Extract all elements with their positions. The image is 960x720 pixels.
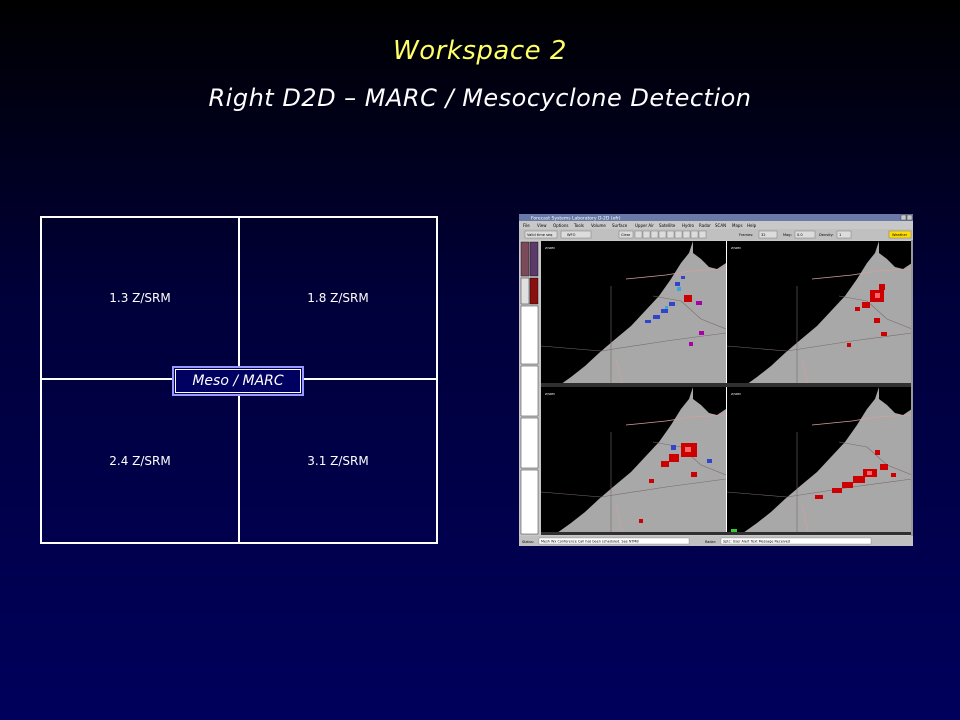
- window-close-button[interactable]: [906, 214, 913, 221]
- panel-upper-right: 1.8 Z/SRM: [240, 218, 436, 380]
- panel-footer-strip-bottom: [541, 532, 911, 535]
- window-title: Forecast Systems Laboratory D-2D (ofr): [531, 216, 621, 222]
- valid-time-seq-label: Valid time seq: [527, 233, 552, 237]
- mag-value: 0.0: [797, 233, 803, 237]
- status-message: Mesh Wx Conference Call has been schedul…: [541, 540, 639, 544]
- radar-panel-upper-right[interactable]: [727, 241, 912, 389]
- thumbnail-radar-2[interactable]: [529, 241, 539, 277]
- radar-panel-lower-left[interactable]: [541, 387, 726, 535]
- last-frame-button[interactable]: [658, 230, 667, 239]
- thumbnail-map-1[interactable]: [520, 277, 530, 305]
- panel-label: 1.3 Z/SRM: [109, 291, 171, 305]
- menu-satellite[interactable]: Satellite: [659, 223, 676, 228]
- menu-hydro[interactable]: Hydro: [682, 223, 694, 228]
- clear-label: Clear: [621, 233, 631, 237]
- panel-divider-vertical: [726, 241, 727, 535]
- loop-properties-button[interactable]: [674, 230, 683, 239]
- status-label: Status:: [522, 540, 534, 544]
- thumbnail-reflectivity[interactable]: [529, 277, 539, 305]
- wfo-label: WFO: [567, 233, 576, 237]
- radar-status-label: Radar:: [705, 540, 716, 544]
- next-frame-button[interactable]: [650, 230, 659, 239]
- mag-label: Mag:: [783, 233, 792, 237]
- thumbnail-map-4[interactable]: [520, 417, 539, 469]
- vertical-scrollbar[interactable]: [911, 240, 913, 536]
- undo-button[interactable]: [698, 230, 707, 239]
- panel-upper-left: 1.3 Z/SRM: [42, 218, 240, 380]
- zoom-button[interactable]: [682, 230, 691, 239]
- density-label: Density:: [819, 233, 834, 237]
- loop-button[interactable]: [666, 230, 675, 239]
- panel-label: 2.4 Z/SRM: [109, 454, 171, 468]
- menu-upper-air[interactable]: Upper Air: [635, 223, 654, 228]
- slide-title: Workspace 2: [393, 36, 567, 66]
- menu-radar[interactable]: Radar: [699, 223, 711, 228]
- window-minimize-button[interactable]: [900, 214, 907, 221]
- menu-volume[interactable]: Volume: [591, 223, 606, 228]
- weather-label: Weather: [892, 233, 908, 237]
- menu-surface[interactable]: Surface: [612, 223, 628, 228]
- thumbnail-map-5[interactable]: [520, 469, 539, 535]
- radar-panel-lower-right[interactable]: [727, 387, 912, 535]
- menu-help[interactable]: Help: [747, 223, 757, 228]
- d2d-application-screenshot: Z/SRM Forecast Systems Laboratory D-2D (…: [519, 214, 913, 546]
- meso-marc-label: Meso / MARC: [172, 366, 304, 396]
- panel-label: 3.1 Z/SRM: [307, 454, 369, 468]
- menu-maps[interactable]: Maps: [732, 223, 743, 228]
- slide-subtitle: Right D2D – MARC / Mesocyclone Detection: [208, 84, 752, 112]
- menu-options[interactable]: Options: [553, 223, 568, 228]
- thumbnail-map-3[interactable]: [520, 365, 539, 417]
- panel-label: 1.8 Z/SRM: [307, 291, 369, 305]
- density-value: 1: [839, 233, 841, 237]
- pan-button[interactable]: [690, 230, 699, 239]
- frames-label: Frames:: [739, 233, 753, 237]
- menu-file[interactable]: File: [523, 223, 530, 228]
- first-frame-button[interactable]: [634, 230, 643, 239]
- wfo-dropdown[interactable]: [560, 230, 592, 239]
- menu-scan[interactable]: SCAN: [715, 223, 726, 228]
- thumbnail-radar[interactable]: [520, 241, 530, 277]
- thumbnail-map-2[interactable]: [520, 305, 539, 365]
- menu-view[interactable]: View: [537, 223, 547, 228]
- radar-panel-upper-left[interactable]: [541, 241, 726, 389]
- radar-message: Sptc: User Alert Text Message Received: [723, 540, 790, 544]
- panel-lower-right: 3.1 Z/SRM: [240, 380, 436, 542]
- frames-value: 32: [761, 233, 766, 237]
- menu-tools[interactable]: Tools: [573, 223, 584, 228]
- previous-frame-button[interactable]: [642, 230, 651, 239]
- panel-lower-left: 2.4 Z/SRM: [42, 380, 240, 542]
- panel-footer-strip-top: [541, 383, 911, 387]
